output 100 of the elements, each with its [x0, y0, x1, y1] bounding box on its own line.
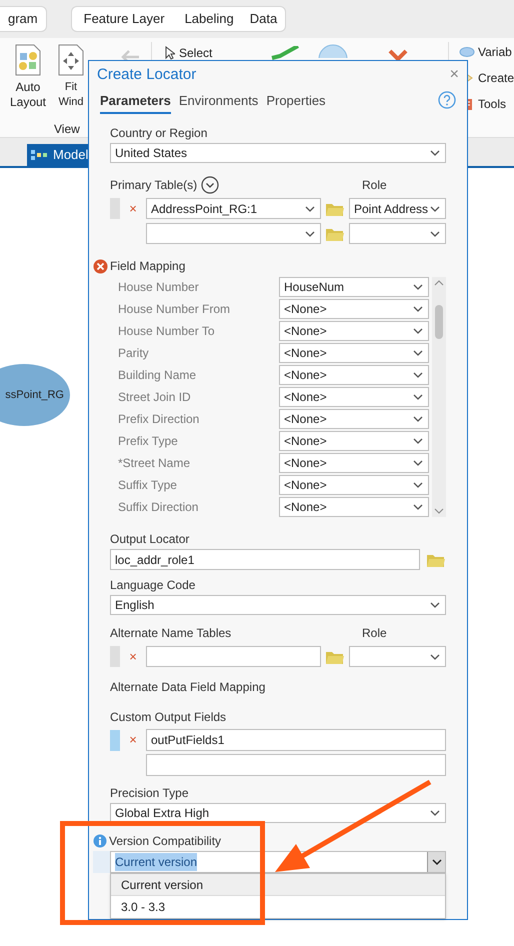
field-label: Field Mapping [110, 258, 186, 275]
text-field[interactable]: outPutFields1 [146, 729, 446, 751]
row-handle[interactable] [110, 646, 120, 667]
chevron-down-icon [412, 370, 424, 380]
dropdown[interactable]: <None> [279, 321, 429, 341]
chevron-down-icon [430, 857, 442, 867]
dialog-tab[interactable]: Environments [178, 90, 258, 114]
chevron-down-icon [304, 204, 316, 214]
fit-icon [58, 44, 84, 76]
field-label: Output Locator [110, 531, 190, 548]
ribbon-tab[interactable]: Data [242, 6, 286, 32]
field-label: Country or Region [110, 125, 208, 142]
chevron-down-icon [412, 480, 424, 490]
field-label: Language Code [110, 577, 196, 594]
field-name: Prefix Type [118, 433, 179, 450]
dropdown[interactable]: <None> [279, 497, 429, 517]
ribbon-tab[interactable]: gram [0, 6, 47, 32]
dropdown[interactable]: <None> [279, 431, 429, 451]
model-icon [31, 149, 49, 161]
field-name: House Number To [118, 323, 216, 340]
chevron-down-icon [429, 808, 441, 818]
field-label: Alternate Name Tables [110, 625, 232, 642]
fit-window-button[interactable]: Fit Wind [56, 44, 86, 110]
chevron-down-icon [412, 348, 424, 358]
group-label: View [54, 121, 80, 138]
dropdown[interactable]: Point Address [349, 198, 446, 219]
dropdown-option[interactable]: Current version [111, 874, 445, 896]
chevron-down-icon [429, 600, 441, 610]
chevron-down-icon [412, 282, 424, 292]
run-icon [318, 44, 348, 58]
checkmark-icon [270, 46, 300, 60]
ellipse-icon [459, 46, 475, 58]
remove-button[interactable]: × [120, 730, 146, 750]
chevron-down-icon [412, 304, 424, 314]
chevron-down-icon [429, 204, 441, 214]
field-name: Parity [118, 345, 150, 362]
field-name: Building Name [118, 367, 198, 384]
model-node[interactable]: ssPoint_RG [0, 364, 70, 426]
layout-icon [15, 44, 41, 76]
row-handle[interactable] [110, 730, 120, 750]
dropdown[interactable]: <None> [279, 409, 429, 429]
dropdown[interactable] [349, 646, 446, 667]
ribbon-command[interactable]: Variab [459, 43, 512, 61]
field-label: Custom Output Fields [110, 709, 228, 726]
scrollbar[interactable] [432, 277, 446, 517]
field-name: Street Join ID [118, 389, 192, 406]
chevron-down-icon [429, 148, 441, 158]
field-label: Role [362, 177, 387, 194]
dropdown[interactable]: <None> [279, 387, 429, 407]
dialog-title: Create Locator [97, 64, 196, 84]
dropdown[interactable]: Current version [110, 851, 446, 873]
chevron-down-icon [412, 458, 424, 468]
text-field[interactable] [146, 754, 446, 776]
scroll-up-icon [434, 279, 444, 287]
auto-layout-button[interactable]: Auto Layout [6, 44, 50, 110]
chevron-down-icon [304, 228, 316, 238]
scroll-thumb[interactable] [435, 305, 443, 339]
chevron-down-icon [412, 502, 424, 512]
dropdown[interactable]: English [110, 595, 446, 615]
remove-button[interactable]: × [120, 198, 146, 218]
dropdown[interactable]: <None> [279, 475, 429, 495]
ribbon-tab[interactable]: Feature Layer [70, 6, 177, 32]
row-handle [93, 851, 110, 873]
dropdown[interactable]: United States [110, 143, 446, 163]
chevron-down-icon [412, 436, 424, 446]
help-icon [438, 90, 456, 108]
chevron-down-icon [429, 228, 441, 238]
dialog-tab[interactable]: Properties [266, 90, 326, 114]
row-handle[interactable] [110, 198, 120, 219]
dropdown[interactable]: AddressPoint_RG:1 [146, 198, 321, 219]
scroll-down-icon [434, 507, 444, 515]
dropdown[interactable]: <None> [279, 365, 429, 385]
field-label: Precision Type [110, 785, 190, 802]
field-name: House Number [118, 279, 200, 296]
chevron-down-icon [412, 326, 424, 336]
dropdown[interactable]: <None> [279, 343, 429, 363]
cross-icon [388, 49, 408, 63]
dropdown[interactable]: Global Extra High [110, 803, 446, 823]
text-field[interactable] [146, 646, 321, 667]
field-label: Version Compatibility [109, 833, 222, 850]
field-name: *Street Name [118, 455, 192, 472]
field-name: Suffix Type [118, 477, 178, 494]
dropdown[interactable]: <None> [279, 453, 429, 473]
dialog-tab[interactable]: Parameters [100, 90, 171, 114]
dropdown[interactable]: HouseNum [279, 277, 429, 297]
dropdown[interactable] [349, 223, 446, 244]
dropdown[interactable] [146, 223, 321, 244]
dropdown-option[interactable]: 3.0 - 3.3 [111, 896, 445, 918]
chevron-down-icon [429, 652, 441, 662]
field-name: Prefix Direction [118, 411, 200, 428]
field-label: Primary Table(s) [110, 177, 198, 194]
field-label: Role [362, 625, 387, 642]
ribbon-tab[interactable]: Labeling [176, 6, 242, 32]
field-name: Suffix Direction [118, 499, 200, 516]
dropdown[interactable]: <None> [279, 299, 429, 319]
chevron-down-icon [412, 392, 424, 402]
remove-button[interactable]: × [120, 646, 146, 666]
field-name: House Number From [118, 301, 232, 318]
text-field[interactable]: loc_addr_role1 [110, 549, 420, 570]
select-button[interactable]: Select [165, 44, 212, 62]
